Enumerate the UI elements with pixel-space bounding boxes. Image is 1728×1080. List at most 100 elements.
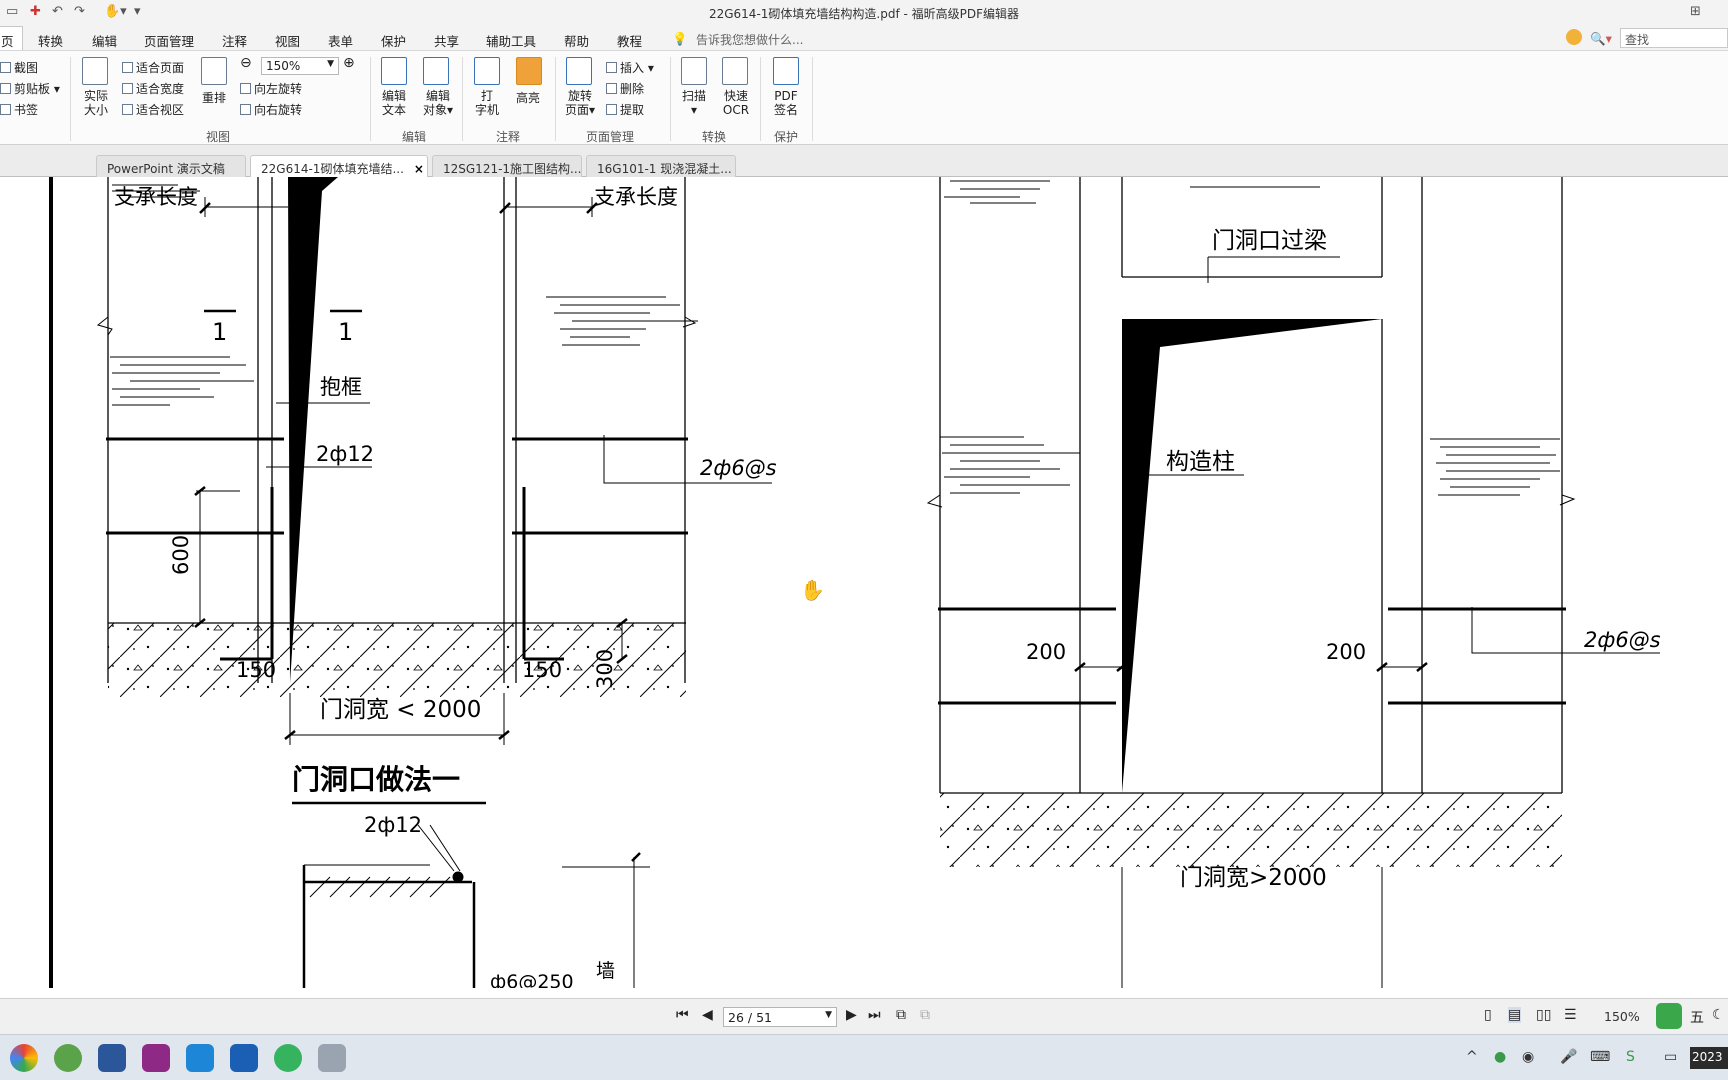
group-label-comment: 注释 xyxy=(496,130,521,144)
scan-icon[interactable] xyxy=(681,57,707,85)
search-input[interactable]: 查找 xyxy=(1620,28,1728,48)
edit-text-button[interactable]: 编辑 文本 xyxy=(378,89,410,117)
close-tab-icon[interactable]: × xyxy=(414,162,424,176)
chevron-up-icon[interactable]: ^ xyxy=(1466,1049,1478,1065)
ribbon-separator xyxy=(555,57,556,141)
menu-edit[interactable]: 编辑 xyxy=(92,31,117,50)
single-page-view-icon[interactable]: ▯ xyxy=(1484,1007,1492,1023)
rotate-right-button[interactable]: 向右旋转 xyxy=(240,101,302,118)
fit-visible-button[interactable]: 适合视区 xyxy=(122,101,184,118)
continuous-view-icon[interactable]: ▤ xyxy=(1508,1007,1522,1023)
reflow-button[interactable]: 重排 xyxy=(202,89,226,106)
fit-page-button[interactable]: 适合页面 xyxy=(122,59,184,76)
menu-protect[interactable]: 保护 xyxy=(381,31,406,50)
chevron-down-icon: ▼ xyxy=(825,1010,832,1020)
actual-size-icon[interactable] xyxy=(82,57,108,85)
zoom-value: 150% xyxy=(266,59,301,73)
zoom-out-icon[interactable]: ⊖ xyxy=(240,55,252,71)
menu-bar: 页 转换 编辑 页面管理 注释 视图 表单 保护 共享 辅助工具 帮助 教程 💡… xyxy=(0,26,1728,50)
word-icon[interactable] xyxy=(98,1044,126,1072)
previous-view-icon[interactable]: ⧉ xyxy=(896,1007,906,1023)
menu-view[interactable]: 视图 xyxy=(275,31,300,50)
next-view-icon[interactable]: ⧉ xyxy=(920,1007,930,1023)
sogou-icon[interactable]: S xyxy=(1626,1049,1635,1065)
menu-convert[interactable]: 转换 xyxy=(38,31,63,50)
insert-page-button[interactable]: 插入 ▾ xyxy=(606,59,654,76)
edit-text-icon[interactable] xyxy=(381,57,407,85)
rebar-label: 2ф12 xyxy=(316,442,374,466)
ocr-icon[interactable] xyxy=(722,57,748,85)
edit-object-icon[interactable] xyxy=(423,57,449,85)
bookmark-button[interactable]: 书签 xyxy=(0,101,38,118)
menu-form[interactable]: 表单 xyxy=(328,31,353,50)
tab-22g614[interactable]: PowerPoint 演示文稿22G614-1砌体填充墙结...× xyxy=(250,155,428,178)
first-page-icon[interactable]: ⏮ xyxy=(676,1007,689,1023)
fit-width-button[interactable]: 适合宽度 xyxy=(122,80,184,97)
tab-powerpoint[interactable]: PowerPoint 演示文稿 xyxy=(96,155,246,177)
highlight-button[interactable]: 高亮 xyxy=(516,89,540,106)
display-icon[interactable]: ▭ xyxy=(1664,1049,1677,1065)
highlight-icon[interactable] xyxy=(516,57,542,85)
tab-16g101[interactable]: 16G101-1 现浇混凝土... xyxy=(586,155,736,177)
menu-help[interactable]: 帮助 xyxy=(564,31,589,50)
quick-ocr-button[interactable]: 快速 OCR xyxy=(719,89,753,117)
menu-home[interactable]: 页 xyxy=(0,26,23,50)
find-options-icon[interactable]: 🔍▾ xyxy=(1590,31,1612,47)
edit-object-button[interactable]: 编辑 对象▾ xyxy=(418,89,458,117)
continuous-facing-view-icon[interactable]: ☰ xyxy=(1564,1007,1577,1023)
extract-page-button[interactable]: 提取 xyxy=(606,101,644,118)
clover-app-icon[interactable] xyxy=(54,1044,82,1072)
menu-page-management[interactable]: 页面管理 xyxy=(144,31,194,50)
tell-me-input[interactable]: 告诉我您想做什么... xyxy=(696,31,803,48)
ime-mode-icon[interactable]: 五 xyxy=(1690,1007,1704,1027)
document-page-view[interactable]: 支承长度 支承长度 1 1 抱框 2ф12 2ф6@s 600 150 150 … xyxy=(0,177,1728,988)
menu-share[interactable]: 共享 xyxy=(434,31,459,50)
lintel-label: 门洞口过梁 xyxy=(1212,228,1327,254)
pdf-sign-icon[interactable] xyxy=(773,57,799,85)
clock[interactable]: 2023 xyxy=(1690,1047,1728,1069)
dimension-150: 150 xyxy=(236,658,276,682)
next-page-icon[interactable]: ▶ xyxy=(846,1007,857,1023)
zoom-in-icon[interactable]: ⊕ xyxy=(343,55,355,71)
text-app-icon[interactable] xyxy=(186,1044,214,1072)
title-bar: ▭ ✚ ↶ ↷ ✋▾ ▾ 22G614-1砌体填充墙结构构造.pdf - 福昕高… xyxy=(0,0,1728,26)
actual-size-button[interactable]: 实际 大小 xyxy=(80,89,112,117)
clipboard-button[interactable]: 剪贴板 ▾ xyxy=(0,80,60,97)
zoom-level[interactable]: 150% xyxy=(1604,1009,1640,1024)
moon-icon[interactable]: ☾ xyxy=(1712,1007,1725,1023)
record-icon[interactable]: ◉ xyxy=(1522,1049,1534,1065)
facing-view-icon[interactable]: ▯▯ xyxy=(1536,1007,1551,1023)
tab-12sg121[interactable]: 12SG121-1施工图结构... xyxy=(432,155,582,177)
zoom-select[interactable]: 150% ▼ xyxy=(261,57,339,75)
rotate-left-button[interactable]: 向左旋转 xyxy=(240,80,302,97)
image-viewer-icon[interactable] xyxy=(318,1044,346,1072)
ribbon-separator xyxy=(370,57,371,141)
rotate-page-icon[interactable] xyxy=(566,57,592,85)
coin-icon[interactable] xyxy=(1566,29,1582,45)
rotate-page-button[interactable]: 旋转 页面▾ xyxy=(562,89,598,117)
chevron-down-icon: ▼ xyxy=(327,59,334,69)
reflow-icon[interactable] xyxy=(201,57,227,85)
ime-logo-icon[interactable] xyxy=(1656,1003,1682,1029)
page-number-input[interactable]: 26 / 51 ▼ xyxy=(723,1007,837,1027)
menu-tutorial[interactable]: 教程 xyxy=(617,31,642,50)
chat-app-icon[interactable] xyxy=(274,1044,302,1072)
pdf-sign-button[interactable]: PDF 签名 xyxy=(768,89,804,117)
menu-comment[interactable]: 注释 xyxy=(222,31,247,50)
screenshot-button[interactable]: 截图 xyxy=(0,59,38,76)
pdf-editor-taskbar-icon[interactable] xyxy=(142,1044,170,1072)
last-page-icon[interactable]: ⏭ xyxy=(868,1007,881,1023)
window-layout-icon[interactable]: ⊞ xyxy=(1690,4,1701,19)
input-method-icon[interactable]: ⌨ xyxy=(1590,1049,1610,1065)
typewriter-button[interactable]: 打字机 xyxy=(470,89,504,117)
photos-icon[interactable] xyxy=(230,1044,258,1072)
typewriter-icon[interactable] xyxy=(474,57,500,85)
scan-button[interactable]: 扫描 ▾ xyxy=(678,89,710,117)
tray-app-icon[interactable]: ● xyxy=(1494,1049,1506,1065)
group-label-edit: 编辑 xyxy=(402,130,427,144)
browser-icon[interactable] xyxy=(10,1044,38,1072)
delete-page-button[interactable]: 删除 xyxy=(606,80,644,97)
menu-accessibility-tools[interactable]: 辅助工具 xyxy=(486,31,536,50)
microphone-icon[interactable]: 🎤 xyxy=(1560,1049,1577,1065)
previous-page-icon[interactable]: ◀ xyxy=(702,1007,713,1023)
